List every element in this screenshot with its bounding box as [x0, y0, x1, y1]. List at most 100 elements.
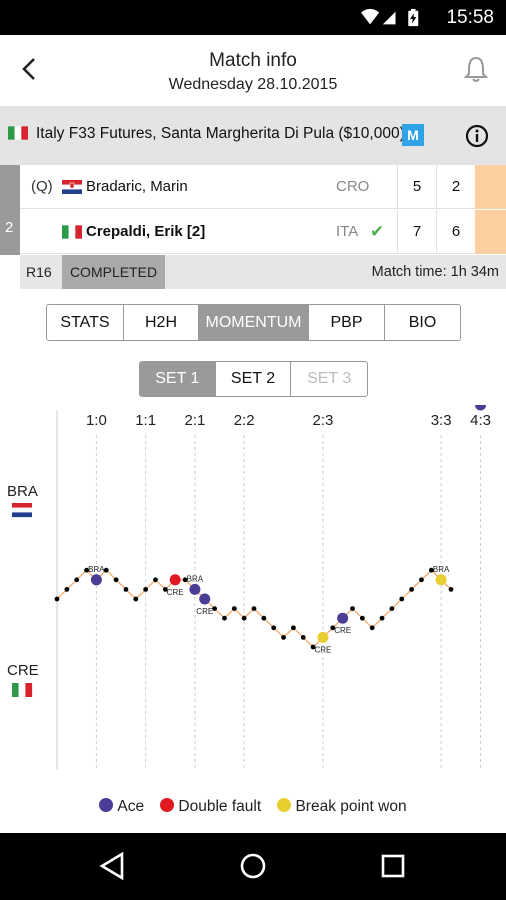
match-scoreboard[interactable]: 2 (Q) Bradaric, Marin CRO 5 2 Crepaldi, …: [0, 165, 506, 289]
momentum-point: [231, 606, 237, 611]
momentum-point: [281, 635, 286, 640]
tab-set-2[interactable]: SET 2: [216, 362, 292, 396]
player-row[interactable]: Crepaldi, Erik [2] ITA ✔ 7 6: [20, 210, 506, 254]
event-marker-break-point: [317, 631, 329, 643]
momentum-point: [379, 615, 385, 621]
info-icon[interactable]: [465, 124, 489, 148]
momentum-point: [271, 625, 277, 631]
set3-score-cell: [475, 165, 506, 209]
italy-flag-icon: [62, 225, 82, 239]
status-badge: COMPLETED: [62, 255, 165, 289]
momentum-point: [359, 615, 365, 621]
status-icons: [361, 8, 419, 27]
tab-bio[interactable]: BIO: [385, 305, 460, 340]
tab-h2h[interactable]: H2H: [124, 305, 199, 340]
player-name: Crepaldi, Erik [2]: [86, 223, 206, 240]
momentum-point: [350, 606, 355, 611]
momentum-point: [241, 615, 247, 621]
momentum-point: [143, 587, 149, 592]
momentum-point: [74, 577, 80, 583]
system-nav-bar: [0, 833, 506, 900]
player-name: Bradaric, Marin: [86, 178, 188, 195]
event-marker-double-fault: [169, 574, 181, 586]
battery-charging-icon: [408, 8, 419, 27]
italy-flag-icon: [8, 126, 28, 140]
wifi-icon: [361, 8, 380, 25]
bottom-player-label: CRE: [7, 662, 39, 679]
momentum-point: [389, 606, 395, 611]
round-number: 2: [0, 165, 20, 255]
match-tabs: STATS H2H MOMENTUM PBP BIO: [46, 304, 461, 341]
tab-set-3: SET 3: [307, 370, 352, 387]
player-seed: (Q): [31, 178, 53, 195]
tournament-name: Italy F33 Futures, Santa Margherita Di P…: [36, 125, 405, 142]
status-bar: 15:58: [0, 0, 506, 35]
match-status-line: R16 COMPLETED Match time: 1h 34m: [20, 255, 506, 289]
tab-momentum[interactable]: MOMENTUM: [199, 305, 309, 340]
bell-icon[interactable]: [464, 55, 488, 83]
event-player-label: BRA: [472, 405, 489, 407]
momentum-point: [153, 577, 158, 583]
momentum-point: [261, 615, 267, 621]
home-nav-icon[interactable]: [238, 851, 268, 881]
app-bar: Match info Wednesday 28.10.2015: [0, 35, 506, 106]
set2-score: 6: [436, 210, 475, 254]
tab-stats[interactable]: STATS: [47, 305, 124, 340]
event-marker-ace: [189, 583, 201, 595]
event-player-label: CRE: [196, 607, 213, 616]
momentum-point: [300, 635, 306, 640]
tournament-badge: M: [402, 124, 424, 146]
momentum-point: [54, 596, 60, 602]
page-title: Match info: [209, 50, 297, 71]
momentum-point: [399, 596, 405, 602]
winner-check-icon: ✔: [370, 222, 385, 241]
momentum-point: [222, 615, 227, 621]
event-player-label: CRE: [334, 626, 351, 635]
match-date: Wednesday 28.10.2015: [168, 76, 338, 93]
game-score-label: 2:3: [313, 412, 334, 429]
momentum-point: [64, 587, 70, 592]
croatia-flag-icon: [12, 503, 32, 518]
momentum-point: [291, 625, 296, 631]
match-time: Match time: 1h 34m: [371, 264, 499, 280]
recents-nav-icon[interactable]: [378, 851, 408, 881]
momentum-point: [369, 625, 375, 631]
tournament-bar[interactable]: Italy F33 Futures, Santa Margherita Di P…: [0, 106, 506, 165]
tab-pbp[interactable]: PBP: [309, 305, 385, 340]
momentum-point: [409, 587, 414, 592]
player-row[interactable]: (Q) Bradaric, Marin CRO 5 2: [20, 165, 506, 209]
momentum-point: [448, 587, 454, 592]
croatia-flag-icon: [62, 180, 82, 194]
event-marker-ace: [337, 612, 349, 624]
player-country: CRO: [336, 178, 370, 195]
italy-flag-icon: [12, 683, 33, 697]
player-country: ITA: [336, 223, 359, 240]
top-player-label: BRA: [7, 483, 38, 500]
event-player-label: BRA: [187, 574, 204, 583]
momentum-point: [113, 577, 119, 583]
event-marker-ace: [199, 593, 211, 605]
signal-icon: [382, 11, 396, 25]
game-score-label: 1:0: [86, 412, 107, 429]
legend-item-break-point: Break point won: [277, 798, 407, 816]
momentum-point: [133, 596, 139, 602]
set-tabs: SET 1 SET 2 SET 3: [139, 361, 368, 397]
momentum-point: [123, 587, 129, 592]
game-score-label: 1:1: [135, 412, 156, 429]
momentum-point: [251, 606, 257, 611]
game-score-label: 3:3: [431, 412, 452, 429]
event-marker-break-point: [435, 574, 447, 586]
chart-legend: Ace Double fault Break point won: [0, 798, 506, 820]
set1-score: 7: [397, 210, 436, 254]
legend-item-double-fault: Double fault: [160, 798, 261, 816]
game-score-label: 2:1: [184, 412, 205, 429]
momentum-chart: BRACRE1:0 1:1 2:1 2:2 2:3 3:3 4:3BRACREBRACREC…: [7, 405, 491, 770]
back-nav-icon[interactable]: [98, 851, 128, 881]
event-player-label: BRA: [88, 565, 105, 574]
status-time: 15:58: [446, 7, 494, 28]
game-score-label: 4:3: [470, 412, 491, 429]
tab-set-1[interactable]: SET 1: [140, 362, 216, 396]
event-player-label: CRE: [315, 645, 332, 654]
set2-score: 2: [436, 165, 475, 209]
momentum-point: [419, 577, 424, 583]
